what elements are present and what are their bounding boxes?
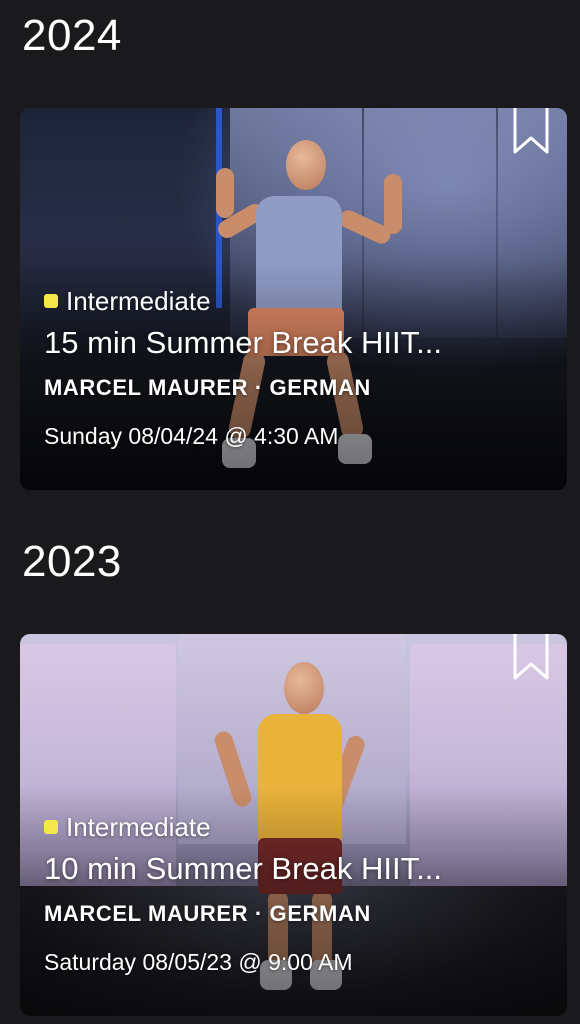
- level-label: Intermediate: [66, 811, 211, 842]
- level-indicator-icon: [44, 820, 58, 834]
- class-title: 15 min Summer Break HIIT...: [44, 325, 442, 360]
- difficulty-level: Intermediate: [44, 284, 551, 318]
- instructor-language: MARCEL MAURER · GERMAN: [44, 901, 371, 926]
- class-datetime: Sunday 08/04/24 @ 4:30 AM: [44, 423, 339, 449]
- class-info: Intermediate 15 min Summer Break HIIT...…: [44, 284, 551, 450]
- level-indicator-icon: [44, 294, 58, 308]
- instructor-language: MARCEL MAURER · GERMAN: [44, 375, 371, 400]
- year-heading-2024: 2024: [22, 11, 122, 60]
- class-card[interactable]: Intermediate 15 min Summer Break HIIT...…: [20, 108, 567, 490]
- level-label: Intermediate: [66, 285, 211, 316]
- class-datetime: Saturday 08/05/23 @ 9:00 AM: [44, 949, 353, 975]
- bookmark-icon[interactable]: [511, 634, 551, 682]
- bookmark-icon[interactable]: [511, 108, 551, 156]
- class-card[interactable]: Intermediate 10 min Summer Break HIIT...…: [20, 634, 567, 1016]
- year-heading-2023: 2023: [22, 537, 122, 586]
- class-info: Intermediate 10 min Summer Break HIIT...…: [44, 810, 551, 976]
- difficulty-level: Intermediate: [44, 810, 551, 844]
- class-history-page: 2024 Intermediate 15 min Summer Break HI…: [0, 0, 580, 1024]
- class-title: 10 min Summer Break HIIT...: [44, 851, 442, 886]
